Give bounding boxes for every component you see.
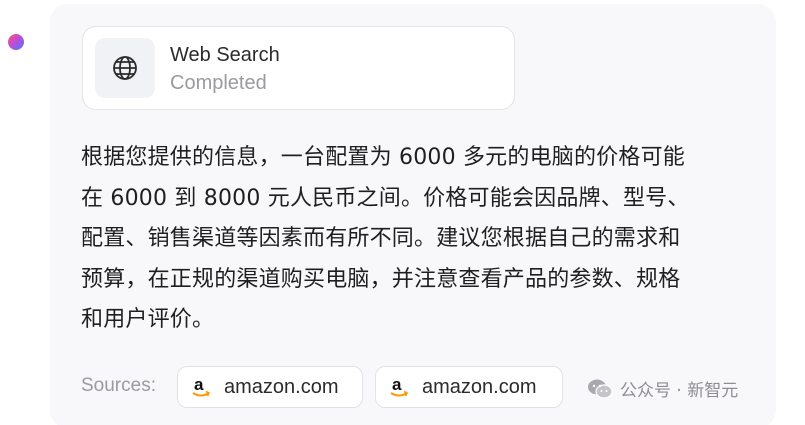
tool-status: Completed [170, 72, 267, 94]
watermark-text: 公众号 · 新智元 [620, 381, 739, 401]
answer-line: 根据您提供的信息，一台配置为 6000 多元的电脑的价格可能 [81, 145, 685, 170]
amazon-icon: a [192, 375, 210, 397]
watermark: 公众号 · 新智元 [586, 376, 738, 401]
answer-line: 和用户评价。 [81, 307, 215, 332]
svg-text:a: a [194, 375, 204, 394]
assistant-avatar [8, 34, 24, 50]
answer-line: 预算，在正规的渠道购买电脑，并注意查看产品的参数、规格 [81, 266, 681, 292]
answer-line: 在 6000 到 8000 元人民币之间。价格可能会因品牌、型号、 [81, 185, 690, 211]
amazon-icon: a [390, 375, 408, 397]
source-link[interactable]: a amazon.com [375, 366, 563, 408]
web-search-tool-card[interactable]: Web Search Completed [82, 26, 515, 110]
wechat-icon [588, 379, 613, 399]
sources-label: Sources: [81, 375, 156, 396]
source-domain: amazon.com [422, 375, 537, 398]
answer-text: 根据您提供的信息，一台配置为 6000 多元的电脑的价格可能 在 6000 到 … [81, 138, 741, 341]
svg-text:a: a [392, 375, 402, 394]
source-link[interactable]: a amazon.com [177, 366, 363, 408]
answer-line: 配置、销售渠道等因素而有所不同。建议您根据自己的需求和 [81, 226, 681, 251]
tool-name: Web Search [170, 44, 280, 66]
source-domain: amazon.com [224, 375, 339, 398]
globe-icon [95, 38, 155, 98]
